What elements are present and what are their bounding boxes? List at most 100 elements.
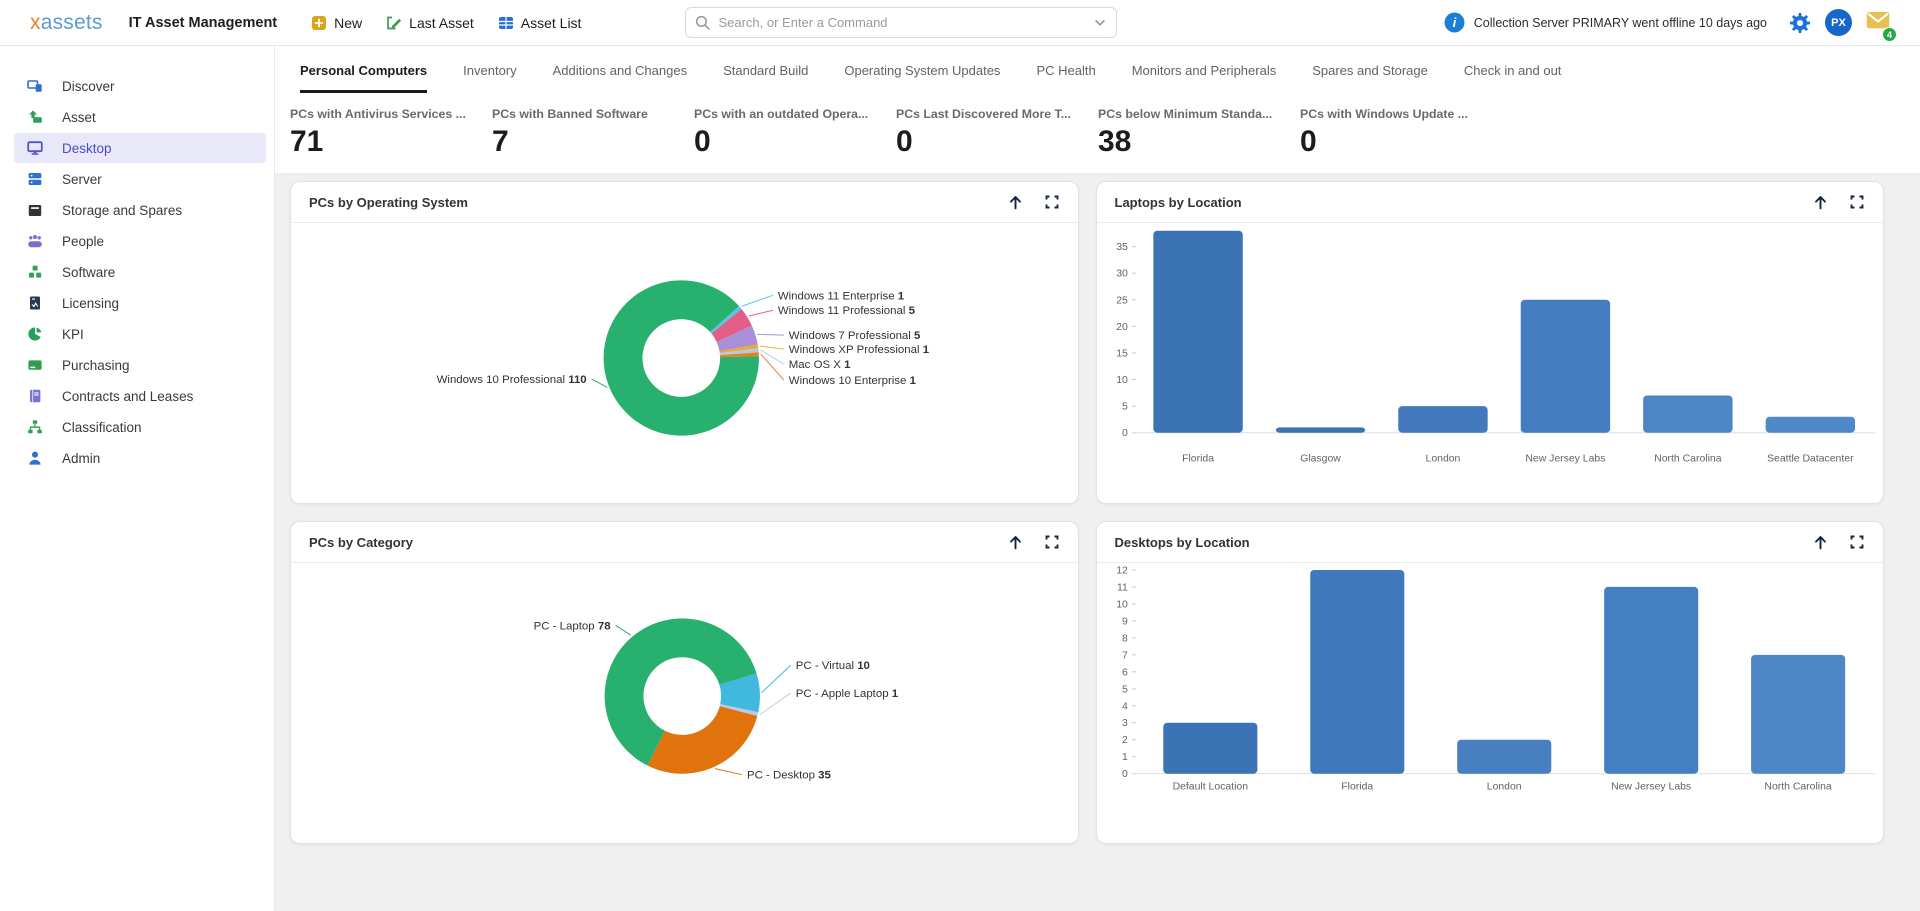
- y-tick-label: 1: [1122, 752, 1128, 763]
- arrow-up-icon[interactable]: [1007, 534, 1024, 551]
- search-input[interactable]: [685, 7, 1117, 38]
- expand-icon[interactable]: [1044, 194, 1060, 211]
- y-tick-label: 15: [1116, 348, 1128, 359]
- storage-box-icon: [26, 202, 43, 219]
- tab-additions-and-changes[interactable]: Additions and Changes: [553, 63, 687, 93]
- tree-icon: [26, 419, 43, 436]
- tab-check-in-and-out[interactable]: Check in and out: [1464, 63, 1562, 93]
- logo-rest: assets: [41, 11, 103, 35]
- sidebar-item-asset[interactable]: Asset: [14, 102, 266, 132]
- xassets-logo[interactable]: xassets: [30, 11, 103, 35]
- sidebar-item-label: KPI: [62, 327, 84, 342]
- bar[interactable]: [1520, 300, 1609, 433]
- book-icon: [26, 388, 43, 405]
- notification: i Collection Server PRIMARY went offline…: [1444, 12, 1767, 33]
- x-category-label: North Carolina: [1654, 454, 1721, 465]
- donut-slice[interactable]: [604, 280, 759, 435]
- kpi-tile-5[interactable]: PCs with Windows Update ...0: [1300, 107, 1502, 157]
- panel-pcs-by-operating-system: PCs by Operating System Windows 11 Enter…: [290, 181, 1079, 504]
- sidebar-item-storage-and-spares[interactable]: Storage and Spares: [14, 195, 266, 225]
- y-tick-label: 30: [1116, 269, 1128, 280]
- sidebar-item-purchasing[interactable]: Purchasing: [14, 350, 266, 380]
- arrow-up-icon[interactable]: [1812, 534, 1829, 551]
- x-category-label: London: [1486, 782, 1521, 793]
- x-category-label: Florida: [1341, 782, 1373, 793]
- bar[interactable]: [1310, 570, 1404, 774]
- kpi-value: 0: [694, 127, 896, 157]
- tab-inventory[interactable]: Inventory: [463, 63, 516, 93]
- last-asset-label: Last Asset: [409, 15, 474, 31]
- mail-button[interactable]: 4: [1866, 8, 1890, 37]
- donut-label: Windows 11 Enterprise 1: [778, 290, 905, 302]
- bar[interactable]: [1163, 723, 1257, 774]
- bar[interactable]: [1153, 231, 1242, 433]
- sidebar-item-discover[interactable]: Discover: [14, 71, 266, 101]
- kpi-tile-1[interactable]: PCs with Banned Software7: [492, 107, 694, 157]
- y-tick-label: 3: [1122, 718, 1128, 729]
- kpi-label: PCs with Windows Update ...: [1300, 107, 1502, 121]
- kpi-tile-0[interactable]: PCs with Antivirus Services ...71: [290, 107, 492, 157]
- panel-header: PCs by Category: [291, 522, 1078, 563]
- pcs-by-operating-system-chart[interactable]: Windows 11 Enterprise 1 Windows 11 Profes…: [291, 223, 1078, 504]
- tab-pc-health[interactable]: PC Health: [1036, 63, 1095, 93]
- pcs-by-category-chart[interactable]: PC - Virtual 10PC - Apple Laptop 1PC - D…: [291, 563, 1078, 844]
- tab-monitors-and-peripherals[interactable]: Monitors and Peripherals: [1132, 63, 1277, 93]
- cubes-icon: [26, 264, 43, 281]
- sidebar-item-server[interactable]: Server: [14, 164, 266, 194]
- sidebar-item-software[interactable]: Software: [14, 257, 266, 287]
- expand-icon[interactable]: [1849, 194, 1865, 211]
- x-category-label: Florida: [1182, 454, 1214, 465]
- desktops-by-location-chart[interactable]: 0123456789101112Default LocationFloridaL…: [1097, 563, 1884, 844]
- donut-slice[interactable]: [648, 706, 758, 774]
- y-tick-label: 12: [1116, 565, 1128, 576]
- sidebar-item-admin[interactable]: Admin: [14, 443, 266, 473]
- tab-standard-build[interactable]: Standard Build: [723, 63, 808, 93]
- sidebar-item-classification[interactable]: Classification: [14, 412, 266, 442]
- last-asset-button[interactable]: Last Asset: [386, 15, 474, 31]
- sidebar-item-people[interactable]: People: [14, 226, 266, 256]
- tab-operating-system-updates[interactable]: Operating System Updates: [844, 63, 1000, 93]
- dashboard-cards: PCs by Operating System Windows 11 Enter…: [275, 173, 1920, 911]
- laptops-by-location-chart[interactable]: 05101520253035FloridaGlasgowLondonNew Je…: [1097, 223, 1884, 504]
- sidebar-item-contracts-and-leases[interactable]: Contracts and Leases: [14, 381, 266, 411]
- y-tick-label: 9: [1122, 616, 1128, 627]
- bar[interactable]: [1765, 417, 1854, 433]
- expand-icon[interactable]: [1044, 534, 1060, 551]
- pie-icon: [26, 326, 43, 343]
- mail-badge: 4: [1882, 27, 1897, 42]
- kpi-tile-3[interactable]: PCs Last Discovered More T...0: [896, 107, 1098, 157]
- tab-spares-and-storage[interactable]: Spares and Storage: [1312, 63, 1428, 93]
- sidebar-item-kpi[interactable]: KPI: [14, 319, 266, 349]
- arrow-up-icon[interactable]: [1812, 194, 1829, 211]
- new-button[interactable]: New: [311, 15, 362, 31]
- asset-list-button[interactable]: Asset List: [498, 15, 582, 31]
- y-tick-label: 0: [1122, 428, 1128, 439]
- table-icon: [498, 15, 514, 31]
- info-icon[interactable]: i: [1444, 12, 1465, 33]
- chevron-down-icon[interactable]: [1093, 16, 1107, 35]
- kpi-tile-2[interactable]: PCs with an outdated Opera...0: [694, 107, 896, 157]
- y-tick-label: 0: [1122, 769, 1128, 780]
- expand-icon[interactable]: [1849, 534, 1865, 551]
- bar[interactable]: [1398, 406, 1487, 433]
- header-right-group: i Collection Server PRIMARY went offline…: [1444, 8, 1890, 37]
- sidebar-item-label: Discover: [62, 79, 115, 94]
- bar[interactable]: [1457, 740, 1551, 774]
- bar[interactable]: [1751, 655, 1845, 774]
- bar[interactable]: [1643, 395, 1732, 432]
- bar[interactable]: [1604, 587, 1698, 774]
- donut-label: Windows 11 Professional 5: [778, 305, 916, 317]
- sidebar-item-licensing[interactable]: Licensing: [14, 288, 266, 318]
- notification-text: Collection Server PRIMARY went offline 1…: [1474, 16, 1767, 30]
- sidebar-item-desktop[interactable]: Desktop: [14, 133, 266, 163]
- avatar[interactable]: PX: [1825, 9, 1852, 36]
- bar[interactable]: [1275, 427, 1364, 432]
- kpi-tile-4[interactable]: PCs below Minimum Standa...38: [1098, 107, 1300, 157]
- tab-personal-computers[interactable]: Personal Computers: [300, 63, 427, 93]
- gear-icon[interactable]: [1789, 12, 1811, 34]
- search-icon: [694, 14, 711, 36]
- x-category-label: Default Location: [1172, 782, 1248, 793]
- arrow-up-icon[interactable]: [1007, 194, 1024, 211]
- sidebar-item-label: Software: [62, 265, 115, 280]
- x-category-label: North Carolina: [1764, 782, 1831, 793]
